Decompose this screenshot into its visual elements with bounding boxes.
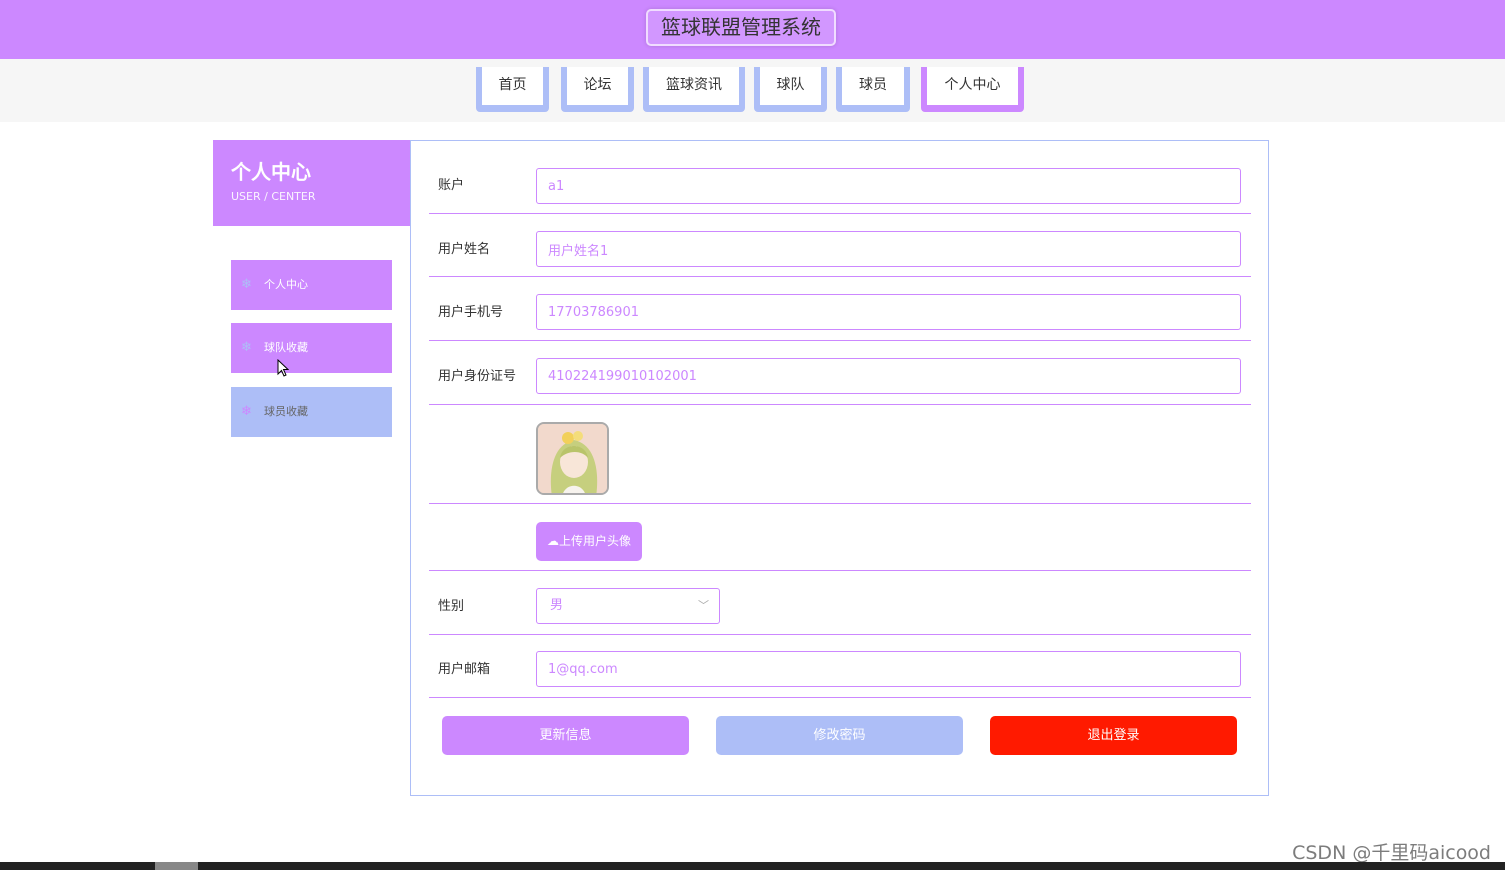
snowflake-icon: ❄	[241, 277, 252, 292]
watermark-text: CSDN @千里码aicood	[1292, 842, 1491, 864]
upload-avatar-button[interactable]: ☁上传用户头像	[536, 522, 642, 561]
nav-item-home[interactable]: 首页	[476, 67, 549, 112]
nav-item-user-center[interactable]: 个人中心	[921, 67, 1024, 112]
nav-item-label: 首页	[482, 67, 543, 105]
nav-bar: 首页 论坛 篮球资讯 球队 球员 个人中心	[0, 59, 1505, 122]
idcard-input[interactable]	[536, 358, 1241, 394]
sidebar-item-player-favorites[interactable]: ❄ 球员收藏	[231, 387, 392, 437]
form-row-phone: 用户手机号	[429, 277, 1251, 341]
app-root: 篮球联盟管理系统 首页 论坛 篮球资讯 球队 球员 个人中心 个人中心 USER…	[0, 0, 1505, 870]
avatar-image	[538, 424, 607, 493]
name-input[interactable]	[536, 231, 1241, 267]
sidebar-header: 个人中心 USER / CENTER	[213, 140, 410, 226]
user-avatar	[536, 422, 609, 495]
change-password-button[interactable]: 修改密码	[716, 716, 963, 755]
user-form-panel: 账户 用户姓名 用户手机号 用户身份证号	[410, 140, 1269, 796]
name-label: 用户姓名	[438, 242, 491, 257]
phone-label: 用户手机号	[438, 305, 504, 320]
cloud-upload-icon: ☁	[546, 534, 559, 548]
sidebar-item-team-favorites[interactable]: ❄ 球队收藏	[231, 323, 392, 373]
nav-item-label: 球队	[760, 67, 821, 105]
form-row-idcard: 用户身份证号	[429, 341, 1251, 405]
sidebar-title: 个人中心	[231, 160, 311, 184]
sidebar-item-label: 个人中心	[264, 278, 308, 291]
gender-select[interactable]: 男 ﹀	[536, 588, 720, 624]
scrollbar-thumb[interactable]	[155, 862, 198, 870]
gender-value: 男	[550, 598, 564, 613]
email-input[interactable]	[536, 651, 1241, 687]
mouse-cursor-icon	[277, 359, 289, 377]
form-row-upload: ☁上传用户头像	[429, 504, 1251, 571]
phone-input[interactable]	[536, 294, 1241, 330]
nav-item-label: 篮球资讯	[649, 67, 739, 105]
update-info-button[interactable]: 更新信息	[442, 716, 689, 755]
gender-label: 性别	[438, 599, 465, 614]
account-input[interactable]	[536, 168, 1241, 204]
logout-button[interactable]: 退出登录	[990, 716, 1237, 755]
sidebar-subtitle: USER / CENTER	[231, 190, 316, 203]
account-label: 账户	[438, 178, 465, 193]
snowflake-icon: ❄	[241, 340, 252, 355]
form-row-account: 账户	[429, 159, 1251, 214]
form-row-gender: 性别 男 ﹀	[429, 571, 1251, 635]
nav-item-players[interactable]: 球员	[836, 67, 910, 112]
upload-avatar-label: 上传用户头像	[558, 534, 631, 548]
form-row-email: 用户邮箱	[429, 635, 1251, 698]
email-label: 用户邮箱	[438, 662, 491, 677]
sidebar-item-user-center[interactable]: ❄ 个人中心	[231, 260, 392, 310]
nav-item-forum[interactable]: 论坛	[561, 67, 634, 112]
form-row-avatar	[429, 405, 1251, 504]
nav-item-teams[interactable]: 球队	[754, 67, 827, 112]
nav-item-news[interactable]: 篮球资讯	[643, 67, 745, 112]
header-bar: 篮球联盟管理系统	[0, 0, 1505, 59]
nav-item-label: 论坛	[567, 67, 628, 105]
nav-item-label: 球员	[842, 67, 904, 105]
sidebar-item-label: 球员收藏	[264, 405, 308, 418]
idcard-label: 用户身份证号	[438, 369, 517, 384]
form-row-name: 用户姓名	[429, 214, 1251, 277]
site-title: 篮球联盟管理系统	[646, 9, 836, 46]
snowflake-icon: ❄	[241, 404, 252, 419]
nav-item-label: 个人中心	[927, 67, 1018, 105]
horizontal-scrollbar[interactable]	[0, 862, 1505, 870]
chevron-down-icon: ﹀	[698, 599, 709, 612]
